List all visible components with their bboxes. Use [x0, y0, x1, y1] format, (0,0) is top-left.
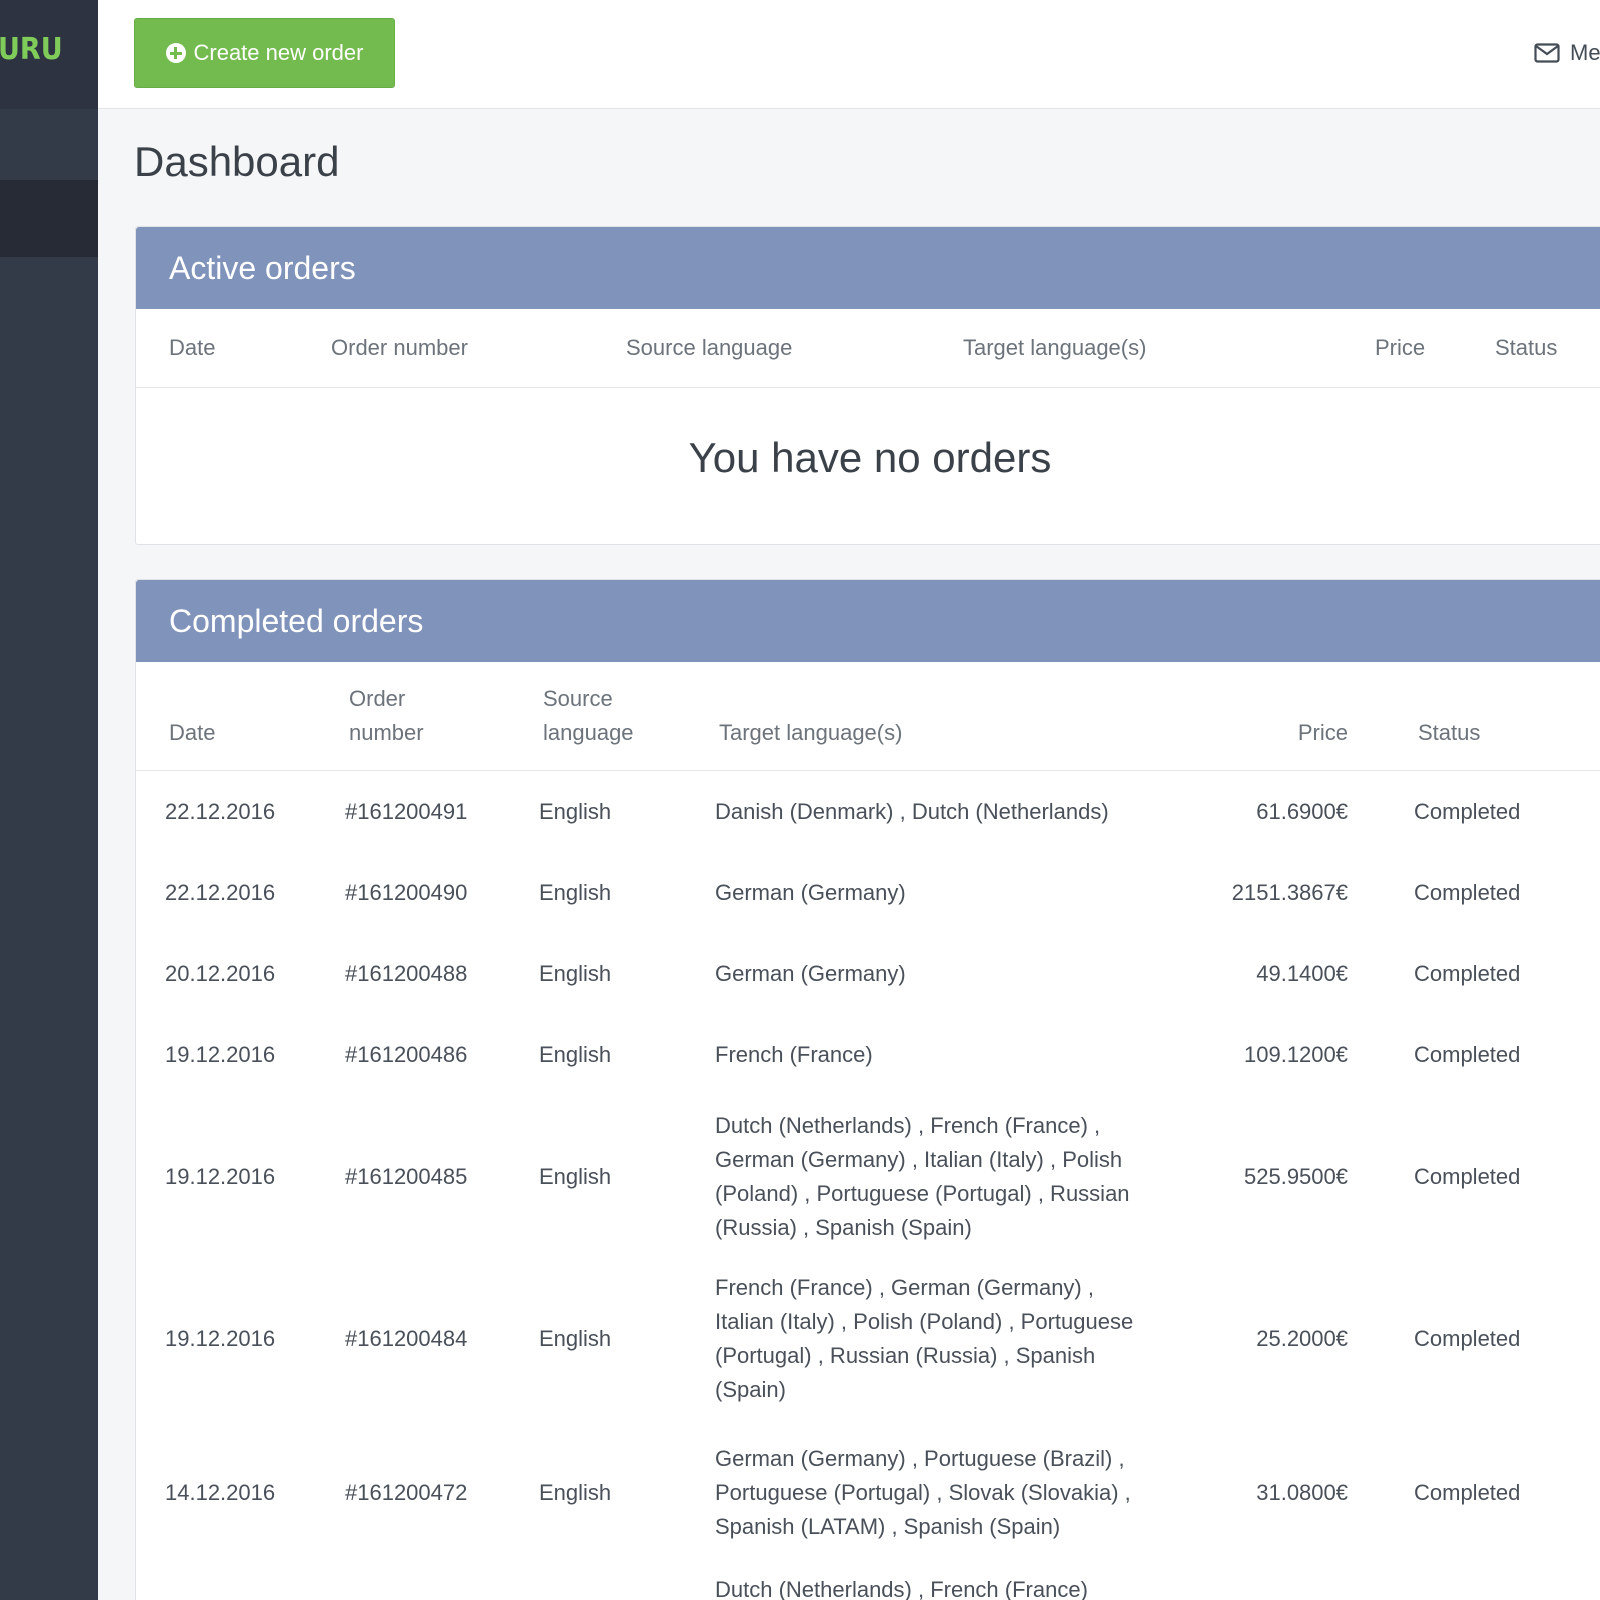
table-row[interactable]: 14.12.2016 #161200472 English German (Germa…	[136, 1420, 1600, 1567]
brand[interactable]: URU	[0, 0, 98, 109]
completed-orders-body: 22.12.2016 #161200491 English Danish (Denma…	[136, 771, 1600, 1600]
source-language	[512, 1567, 688, 1600]
order-date: 19.12.2016	[165, 1163, 276, 1189]
order-date: 19.12.2016	[165, 1325, 276, 1351]
create-new-order-label: Create new order	[193, 40, 364, 65]
table-row[interactable]: 19.12.2016 #161200485 English Dutch (Nether…	[136, 1096, 1600, 1258]
order-number: #161200472	[345, 1480, 468, 1505]
topbar: Create new order Messages	[98, 0, 1600, 109]
column-header-order-number[interactable]: Order number	[317, 662, 512, 771]
active-orders-header: Active orders	[136, 227, 1600, 309]
target-languages: Dutch (Netherlands) , French (France) , …	[715, 1112, 1130, 1240]
column-header-target-languages[interactable]: Target language(s)	[963, 309, 1375, 388]
order-price: 25.2000€	[1256, 1325, 1348, 1351]
order-status: Completed	[1414, 880, 1521, 905]
column-header-target-languages[interactable]: Target language(s)	[688, 662, 1172, 771]
table-row[interactable]: 19.12.2016 #161200484 English French (Franc…	[136, 1258, 1600, 1420]
column-header-status[interactable]: Status	[1495, 309, 1600, 388]
order-price: 2151.3867€	[1231, 880, 1348, 905]
empty-orders-message: You have no orders	[688, 433, 1052, 481]
table-row[interactable]: 20.12.2016 #161200488 English German (Germa…	[136, 934, 1600, 1015]
target-languages: German (Germany) , Portuguese (Brazil) ,…	[715, 1446, 1131, 1539]
column-header-price[interactable]: Price	[1375, 309, 1495, 388]
table-row[interactable]: 22.12.2016 #161200490 English German (Germa…	[136, 853, 1600, 934]
column-header-date[interactable]: Date	[136, 662, 317, 771]
column-header-source-language[interactable]: Source language	[512, 662, 688, 771]
column-header-status[interactable]: Status	[1348, 662, 1600, 771]
order-date: 20.12.2016	[165, 961, 276, 986]
table-row[interactable]: Dutch (Netherlands) , French (France)	[136, 1567, 1600, 1600]
order-number: #161200486	[345, 1042, 468, 1067]
page-title: Dashboard	[134, 138, 340, 185]
order-status: Completed	[1414, 1325, 1521, 1351]
source-language: English	[539, 961, 612, 986]
target-languages: French (France)	[715, 1042, 873, 1067]
source-language: English	[539, 798, 612, 824]
column-header-price[interactable]: Price	[1172, 662, 1348, 771]
active-orders-table: Date Order number Source language Target…	[136, 309, 1600, 388]
order-date: 22.12.2016	[165, 798, 276, 824]
source-language: English	[539, 1325, 612, 1351]
order-status: Completed	[1414, 1042, 1521, 1067]
column-header-order-number[interactable]: Order number	[331, 309, 626, 388]
order-date: 14.12.2016	[165, 1480, 276, 1505]
order-price: 109.1200€	[1244, 1042, 1348, 1067]
order-status	[1348, 1567, 1600, 1600]
order-number: #161200491	[345, 798, 468, 824]
completed-orders-table: Date Order number Source language Target…	[136, 662, 1600, 1600]
order-price	[1172, 1567, 1348, 1600]
logo: URU	[0, 32, 63, 67]
completed-orders-header: Completed orders	[136, 580, 1600, 662]
order-price: 31.0800€	[1256, 1480, 1348, 1505]
completed-orders-panel: Completed orders Date Order number Sourc…	[135, 579, 1600, 1600]
table-row[interactable]: 19.12.2016 #161200486 English French (Franc…	[136, 1015, 1600, 1096]
source-language: English	[539, 1480, 612, 1505]
source-language: English	[539, 1042, 612, 1067]
sidebar: URU	[0, 0, 98, 1600]
order-date	[136, 1567, 317, 1600]
order-status: Completed	[1414, 798, 1521, 824]
target-languages: German (Germany)	[715, 880, 906, 905]
order-price: 525.9500€	[1244, 1163, 1348, 1189]
sidebar-item-dashboard[interactable]	[0, 180, 98, 257]
order-status: Completed	[1414, 1163, 1521, 1189]
column-header-date[interactable]: Date	[136, 309, 331, 388]
order-price: 49.1400€	[1256, 961, 1348, 986]
order-status: Completed	[1414, 1480, 1521, 1505]
order-price: 61.6900€	[1256, 798, 1348, 824]
order-number: #161200488	[345, 961, 468, 986]
source-language: English	[539, 880, 612, 905]
target-languages: Dutch (Netherlands) , French (France)	[715, 1576, 1088, 1600]
plus-circle-icon	[165, 43, 186, 63]
table-row[interactable]: 22.12.2016 #161200491 English Danish (Denma…	[136, 771, 1600, 853]
order-number: #161200484	[345, 1325, 468, 1351]
order-number: #161200485	[345, 1163, 468, 1189]
messages-link[interactable]: Messages	[1534, 40, 1600, 66]
order-status: Completed	[1414, 961, 1521, 986]
order-date: 19.12.2016	[165, 1042, 276, 1067]
messages-label: Messages	[1570, 40, 1600, 65]
order-date: 22.12.2016	[165, 880, 276, 905]
target-languages: German (Germany)	[715, 961, 906, 986]
source-language: English	[539, 1163, 612, 1189]
active-orders-panel: Active orders Date Order number Source l…	[135, 226, 1600, 545]
column-header-source-language[interactable]: Source language	[626, 309, 963, 388]
order-number: #161200490	[345, 880, 468, 905]
target-languages: Danish (Denmark) , Dutch (Netherlands)	[715, 798, 1109, 824]
create-new-order-button[interactable]: Create new order	[134, 18, 395, 88]
target-languages: French (France) , German (Germany) , Ita…	[715, 1274, 1134, 1402]
envelope-icon	[1534, 43, 1560, 63]
order-number	[317, 1567, 512, 1600]
